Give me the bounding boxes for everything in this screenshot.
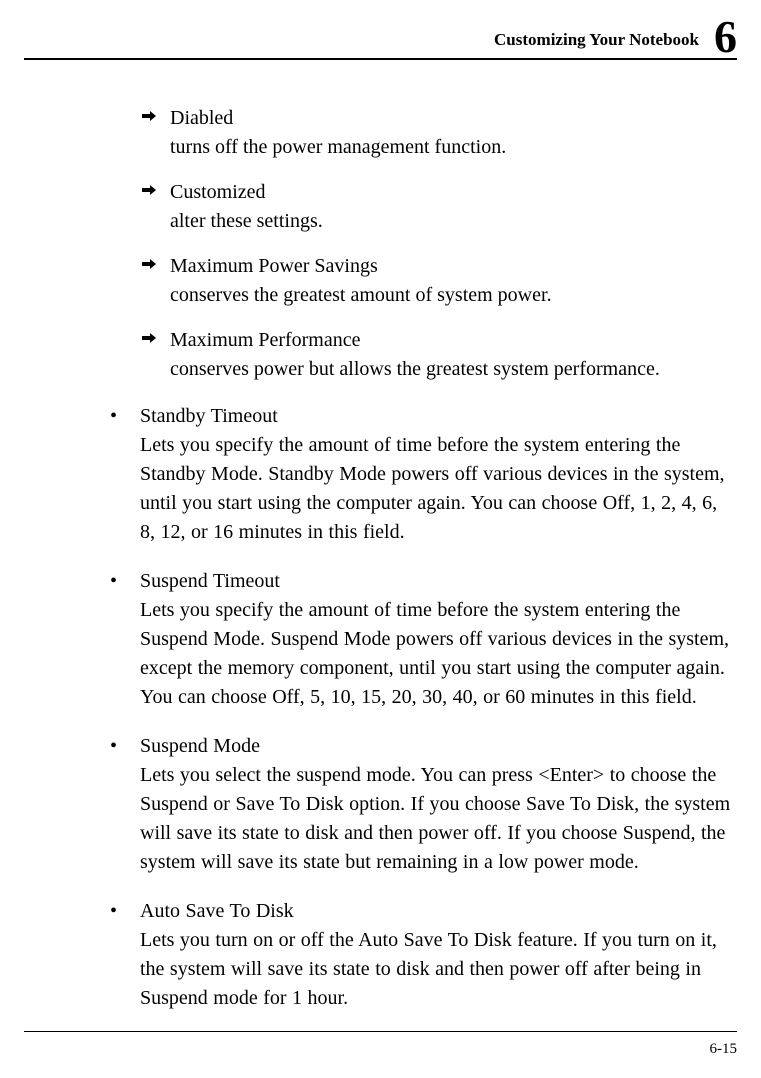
- sub-option-list: Diabled turns off the power management f…: [120, 104, 737, 384]
- main-option-list: • Standby Timeout Lets you specify the a…: [102, 402, 737, 1013]
- item-title: Auto Save To Disk: [140, 897, 737, 926]
- chapter-number: 6: [714, 14, 737, 60]
- list-item: • Suspend Mode Lets you select the suspe…: [102, 732, 737, 877]
- item-desc: conserves the greatest amount of system …: [170, 281, 737, 310]
- item-title: Maximum Power Savings: [170, 252, 737, 281]
- arrow-right-icon: [120, 104, 156, 162]
- bullet-icon: •: [102, 732, 140, 877]
- list-item: Maximum Performance conserves power but …: [120, 326, 737, 384]
- bullet-icon: •: [102, 402, 140, 547]
- bullet-icon: •: [102, 897, 140, 1013]
- item-title: Suspend Timeout: [140, 567, 737, 596]
- item-desc: Lets you specify the amount of time befo…: [140, 431, 737, 547]
- list-item: • Auto Save To Disk Lets you turn on or …: [102, 897, 737, 1013]
- item-desc: turns off the power management function.: [170, 133, 737, 162]
- item-title: Maximum Performance: [170, 326, 737, 355]
- page-content: Diabled turns off the power management f…: [120, 104, 737, 1033]
- item-body: Maximum Performance conserves power but …: [156, 326, 737, 384]
- item-body: Diabled turns off the power management f…: [156, 104, 737, 162]
- list-item: Maximum Power Savings conserves the grea…: [120, 252, 737, 310]
- list-item: • Suspend Timeout Lets you specify the a…: [102, 567, 737, 712]
- item-title: Suspend Mode: [140, 732, 737, 761]
- arrow-right-icon: [120, 326, 156, 384]
- bullet-icon: •: [102, 567, 140, 712]
- list-item: • Standby Timeout Lets you specify the a…: [102, 402, 737, 547]
- item-body: Auto Save To Disk Lets you turn on or of…: [140, 897, 737, 1013]
- item-desc: alter these settings.: [170, 207, 737, 236]
- item-desc: Lets you turn on or off the Auto Save To…: [140, 926, 737, 1013]
- chapter-title: Customizing Your Notebook: [494, 30, 699, 50]
- item-body: Maximum Power Savings conserves the grea…: [156, 252, 737, 310]
- page-header: Customizing Your Notebook 6: [24, 18, 737, 60]
- arrow-right-icon: [120, 252, 156, 310]
- item-title: Diabled: [170, 104, 737, 133]
- item-body: Suspend Timeout Lets you specify the amo…: [140, 567, 737, 712]
- item-desc: Lets you select the suspend mode. You ca…: [140, 761, 737, 877]
- item-body: Customized alter these settings.: [156, 178, 737, 236]
- item-title: Standby Timeout: [140, 402, 737, 431]
- footer-rule: [24, 1031, 737, 1032]
- item-desc: conserves power but allows the greatest …: [170, 355, 737, 384]
- item-body: Standby Timeout Lets you specify the amo…: [140, 402, 737, 547]
- list-item: Diabled turns off the power management f…: [120, 104, 737, 162]
- page-number: 6-15: [710, 1041, 738, 1058]
- document-page: Customizing Your Notebook 6 Diabled turn…: [0, 0, 761, 1078]
- item-body: Suspend Mode Lets you select the suspend…: [140, 732, 737, 877]
- item-desc: Lets you specify the amount of time befo…: [140, 596, 737, 712]
- list-item: Customized alter these settings.: [120, 178, 737, 236]
- arrow-right-icon: [120, 178, 156, 236]
- item-title: Customized: [170, 178, 737, 207]
